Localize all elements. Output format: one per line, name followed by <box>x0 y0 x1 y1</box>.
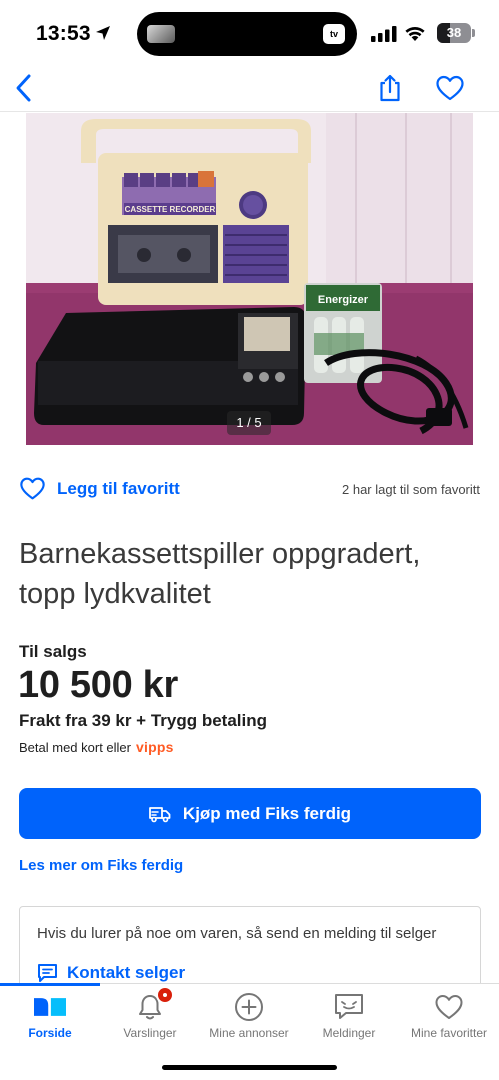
tab-label: Varslinger <box>123 1026 177 1040</box>
add-favorite-link[interactable]: Legg til favoritt <box>19 476 180 501</box>
add-favorite-label: Legg til favoritt <box>57 478 180 498</box>
contact-description: Hvis du lurer på noe om varen, så send e… <box>37 925 437 942</box>
cellular-signal-icon <box>371 26 397 42</box>
heart-icon <box>20 477 45 500</box>
payment-text: Betal med kort eller <box>19 740 131 755</box>
tab-meldinger[interactable]: Meldinger <box>299 984 399 1048</box>
share-button[interactable] <box>374 72 406 104</box>
home-icon <box>34 992 66 1022</box>
contact-seller-link[interactable]: Kontakt selger <box>37 963 185 983</box>
wifi-icon <box>405 26 425 41</box>
apple-tv-icon: tv <box>323 24 345 44</box>
image-gallery[interactable]: CASSETTE RECORDER Energizer <box>26 113 473 445</box>
chat-icon <box>38 964 57 982</box>
location-arrow-icon <box>96 26 110 40</box>
nav-bar <box>0 64 499 112</box>
vipps-logo: vipps <box>136 739 174 755</box>
sale-status: Til salgs <box>19 642 87 661</box>
buy-fiks-ferdig-button[interactable]: Kjøp med Fiks ferdig <box>19 788 481 839</box>
now-playing-thumbnail <box>147 25 175 43</box>
favorite-row: Legg til favoritt 2 har lagt til som fav… <box>19 474 481 506</box>
back-button[interactable] <box>8 72 40 104</box>
notification-badge <box>156 986 174 1004</box>
heart-icon <box>436 75 464 101</box>
tab-forside[interactable]: Forside <box>0 984 100 1048</box>
chevron-left-icon <box>16 74 31 102</box>
heart-icon <box>433 992 465 1022</box>
buy-button-label: Kjøp med Fiks ferdig <box>182 803 352 823</box>
tab-label: Mine favoritter <box>410 1026 488 1040</box>
share-icon <box>380 74 400 102</box>
product-photo: CASSETTE RECORDER Energizer <box>26 113 473 445</box>
delivery-truck-icon <box>149 806 171 822</box>
payment-options: Betal med kort eller vipps <box>19 739 174 755</box>
tab-label: Forside <box>28 1026 72 1040</box>
messages-icon <box>333 992 365 1022</box>
tab-label: Meldinger <box>322 1026 376 1040</box>
read-more-fiks-ferdig-link[interactable]: Les mer om Fiks ferdig <box>19 857 183 874</box>
battery-brand-label: Energizer <box>318 294 369 306</box>
image-counter: 1 / 5 <box>227 411 271 435</box>
contact-seller-label: Kontakt selger <box>67 963 186 982</box>
favorite-count: 2 har lagt til som favoritt <box>342 482 480 497</box>
listing-title: Barnekassettspiller oppgradert, topp lyd… <box>19 538 421 610</box>
cassette-label: CASSETTE RECORDER <box>125 205 216 214</box>
status-bar: 13:53 tv 38 <box>0 0 499 64</box>
home-indicator[interactable] <box>162 1065 337 1070</box>
battery-percentage: 38 <box>446 25 462 40</box>
shipping-info: Frakt fra 39 kr + Trygg betaling <box>19 711 268 730</box>
battery-icon: 38 <box>437 23 471 43</box>
battery-nub <box>472 29 475 37</box>
tab-mine-annonser[interactable]: Mine annonser <box>199 984 299 1048</box>
apple-tv-label: tv <box>329 29 338 39</box>
favorite-button[interactable] <box>434 72 466 104</box>
tab-mine-favoritter[interactable]: Mine favoritter <box>399 984 499 1048</box>
plus-circle-icon <box>233 992 265 1022</box>
tab-label: Mine annonser <box>209 1026 289 1040</box>
status-time: 13:53 <box>36 22 91 45</box>
dynamic-island: tv <box>137 12 357 56</box>
price: 10 500 kr <box>18 664 179 706</box>
tab-varslinger[interactable]: Varslinger <box>100 984 200 1048</box>
